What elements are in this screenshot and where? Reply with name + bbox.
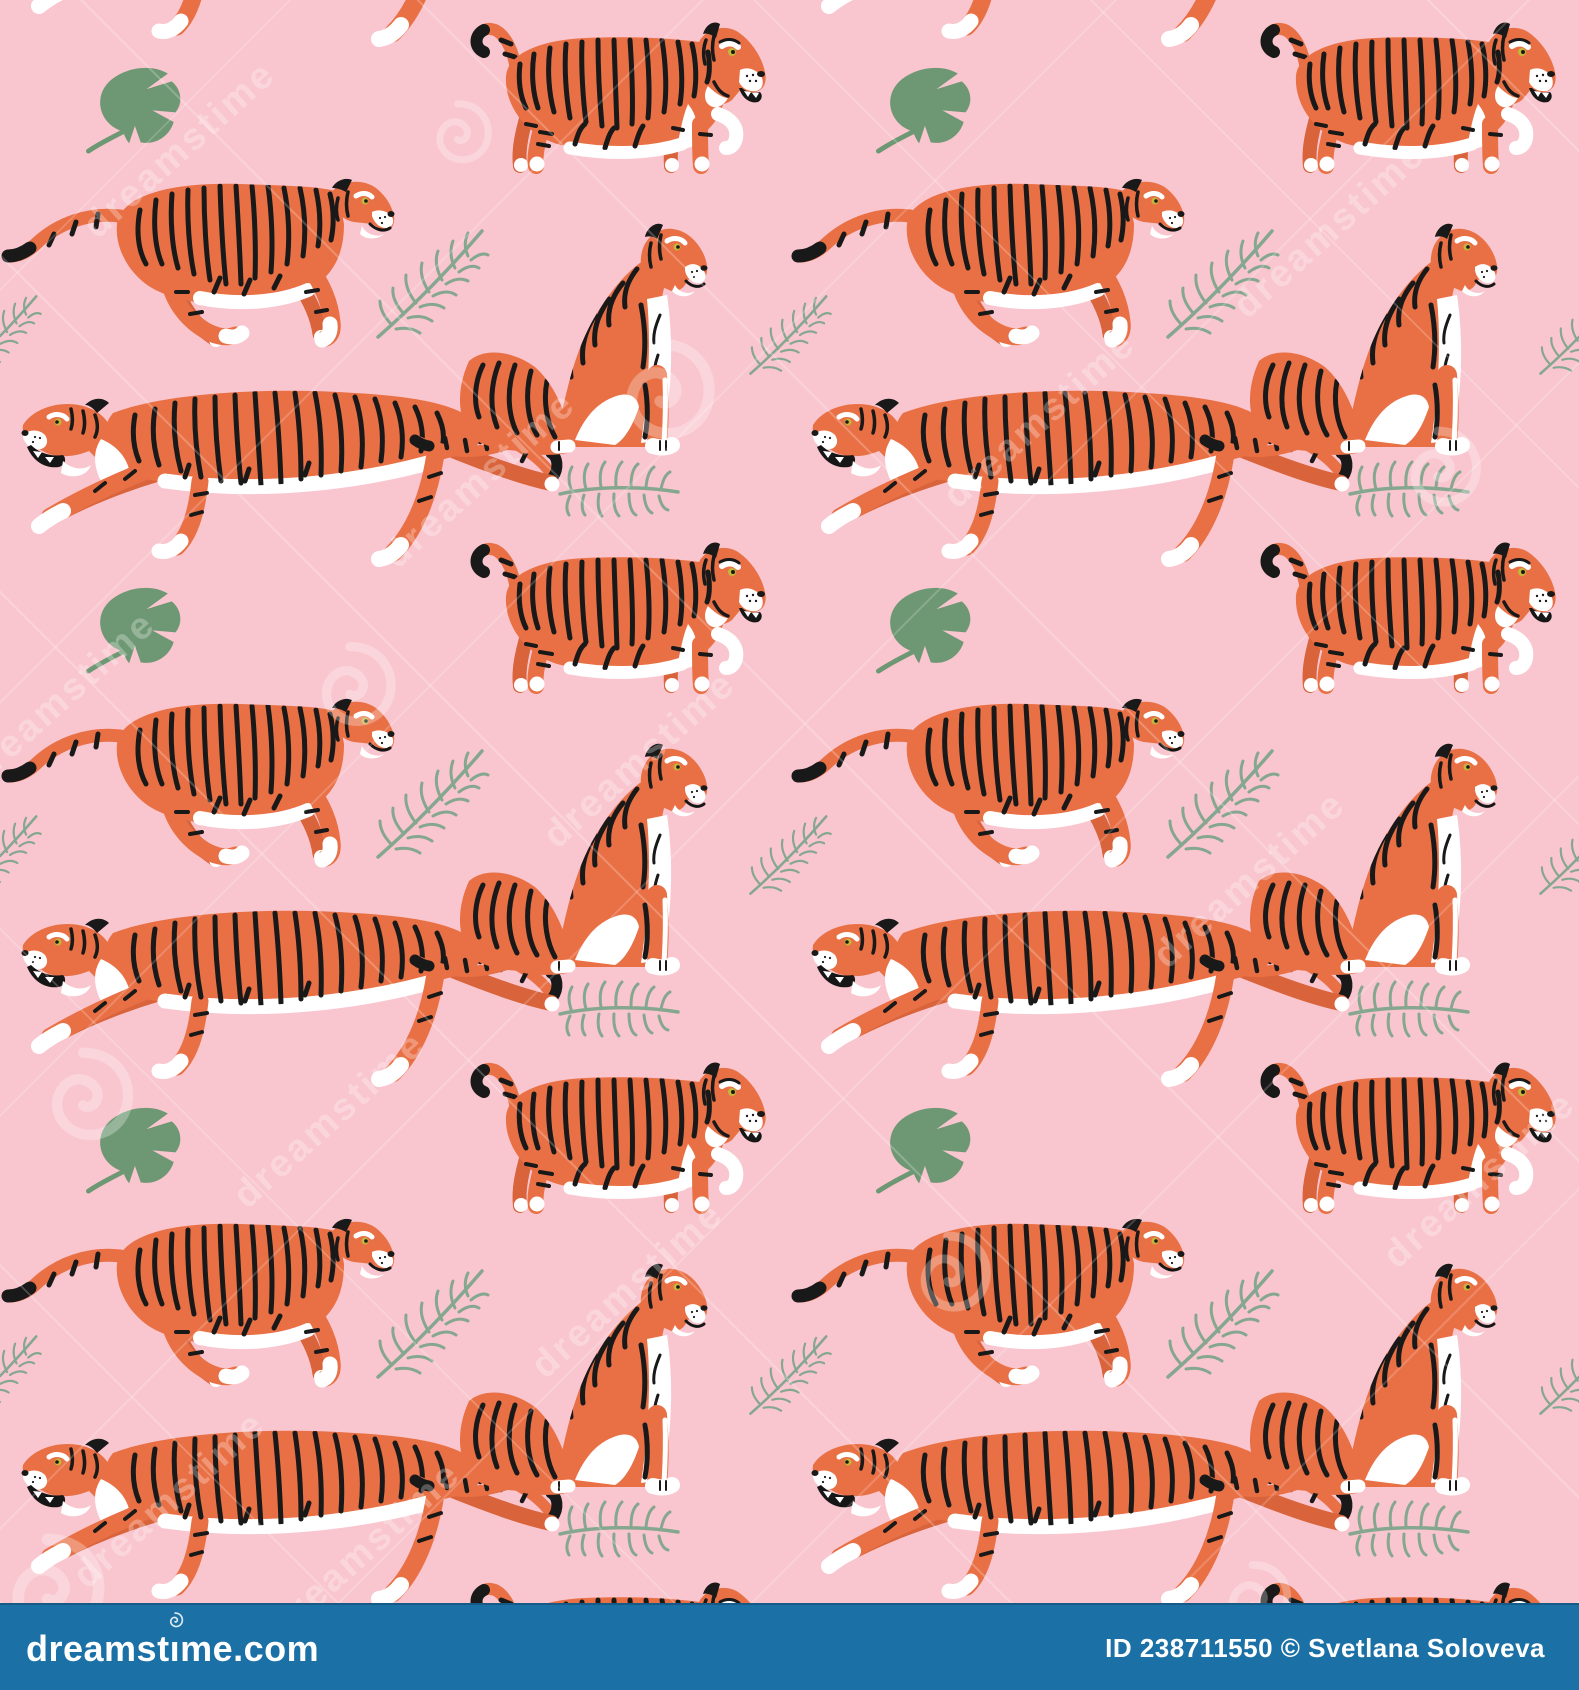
watermark-text: dreamstime <box>935 322 1145 517</box>
logo-spiral-icon <box>169 1611 184 1627</box>
logo-i: ı <box>170 1611 184 1670</box>
logo-text-post: me.com <box>180 1627 320 1669</box>
watermark-text: dreamstime <box>225 1022 435 1217</box>
watermark-text: dreamstime <box>75 52 285 247</box>
tiger-pattern-illustration: dreamstime dreamstime dreamstime dreamstime… <box>0 0 1579 1603</box>
watermark-text: dreamstime <box>1145 782 1355 977</box>
stock-image-preview: dreamstime dreamstime dreamstime dreamstime… <box>0 0 1579 1690</box>
watermark-text: dreamstime <box>260 1452 470 1603</box>
watermark-text: dreamstime <box>523 1192 733 1387</box>
logo-text-pre: dreamst <box>26 1627 170 1669</box>
watermark-text: dreamstime <box>1225 132 1435 327</box>
watermark-text: dreamstime <box>0 602 165 797</box>
watermark-text: dreamstime <box>1375 1082 1579 1277</box>
watermark-text: dreamstime <box>65 1402 275 1597</box>
dreamstime-logo: dreamst ı me.com <box>26 1611 320 1670</box>
credit-bar: dreamst ı me.com ID 238711550 © Svetlana S… <box>0 1603 1579 1690</box>
watermark-text: dreamstime <box>375 382 585 577</box>
image-credit: ID 238711550 © Svetlana Soloveva <box>1105 1633 1545 1663</box>
watermark-text-layer: dreamstime dreamstime dreamstime dreamstime… <box>0 0 1579 1603</box>
watermark-text: dreamstime <box>535 662 745 857</box>
